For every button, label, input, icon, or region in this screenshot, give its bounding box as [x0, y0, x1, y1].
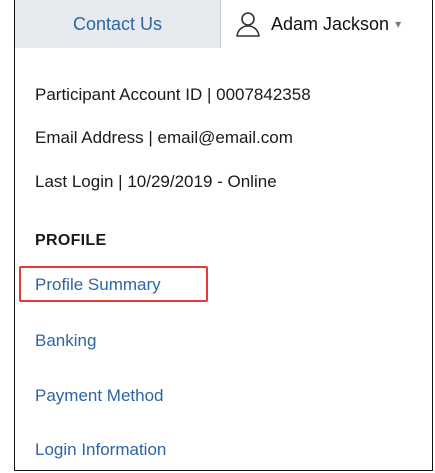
profile-heading: PROFILE [35, 232, 107, 249]
user-menu[interactable]: Adam Jackson ▾ [221, 0, 432, 48]
participant-account-id: Participant Account ID | 0007842358 [35, 85, 311, 104]
last-login: Last Login | 10/29/2019 - Online [35, 172, 277, 191]
banking-link[interactable]: Banking [35, 331, 96, 351]
top-bar: Contact Us Adam Jackson ▾ [15, 0, 432, 48]
user-icon [236, 12, 260, 37]
account-menu-panel: Contact Us Adam Jackson ▾ Participant Ac… [14, 0, 433, 471]
payment-method-link[interactable]: Payment Method [35, 386, 164, 406]
chevron-down-icon: ▾ [395, 17, 402, 31]
contact-us-tab[interactable]: Contact Us [15, 0, 221, 48]
login-information-link[interactable]: Login Information [35, 440, 166, 460]
email-address: Email Address | email@email.com [35, 128, 293, 147]
user-name: Adam Jackson [271, 13, 390, 34]
profile-summary-link[interactable]: Profile Summary [35, 275, 161, 295]
